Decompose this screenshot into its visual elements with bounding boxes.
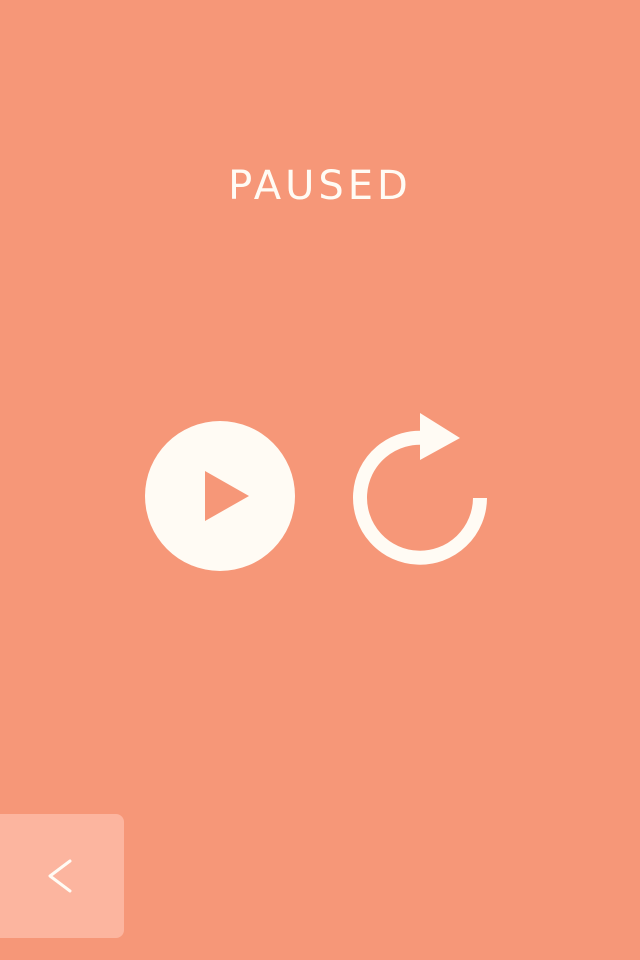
chevron-left-icon bbox=[48, 859, 72, 893]
paused-title: PAUSED bbox=[228, 163, 412, 209]
restart-icon bbox=[353, 413, 487, 565]
resume-button[interactable] bbox=[145, 421, 295, 571]
back-button[interactable] bbox=[0, 814, 124, 938]
pause-screen: PAUSED bbox=[0, 0, 640, 960]
restart-button[interactable] bbox=[346, 405, 496, 570]
play-icon bbox=[205, 471, 249, 521]
